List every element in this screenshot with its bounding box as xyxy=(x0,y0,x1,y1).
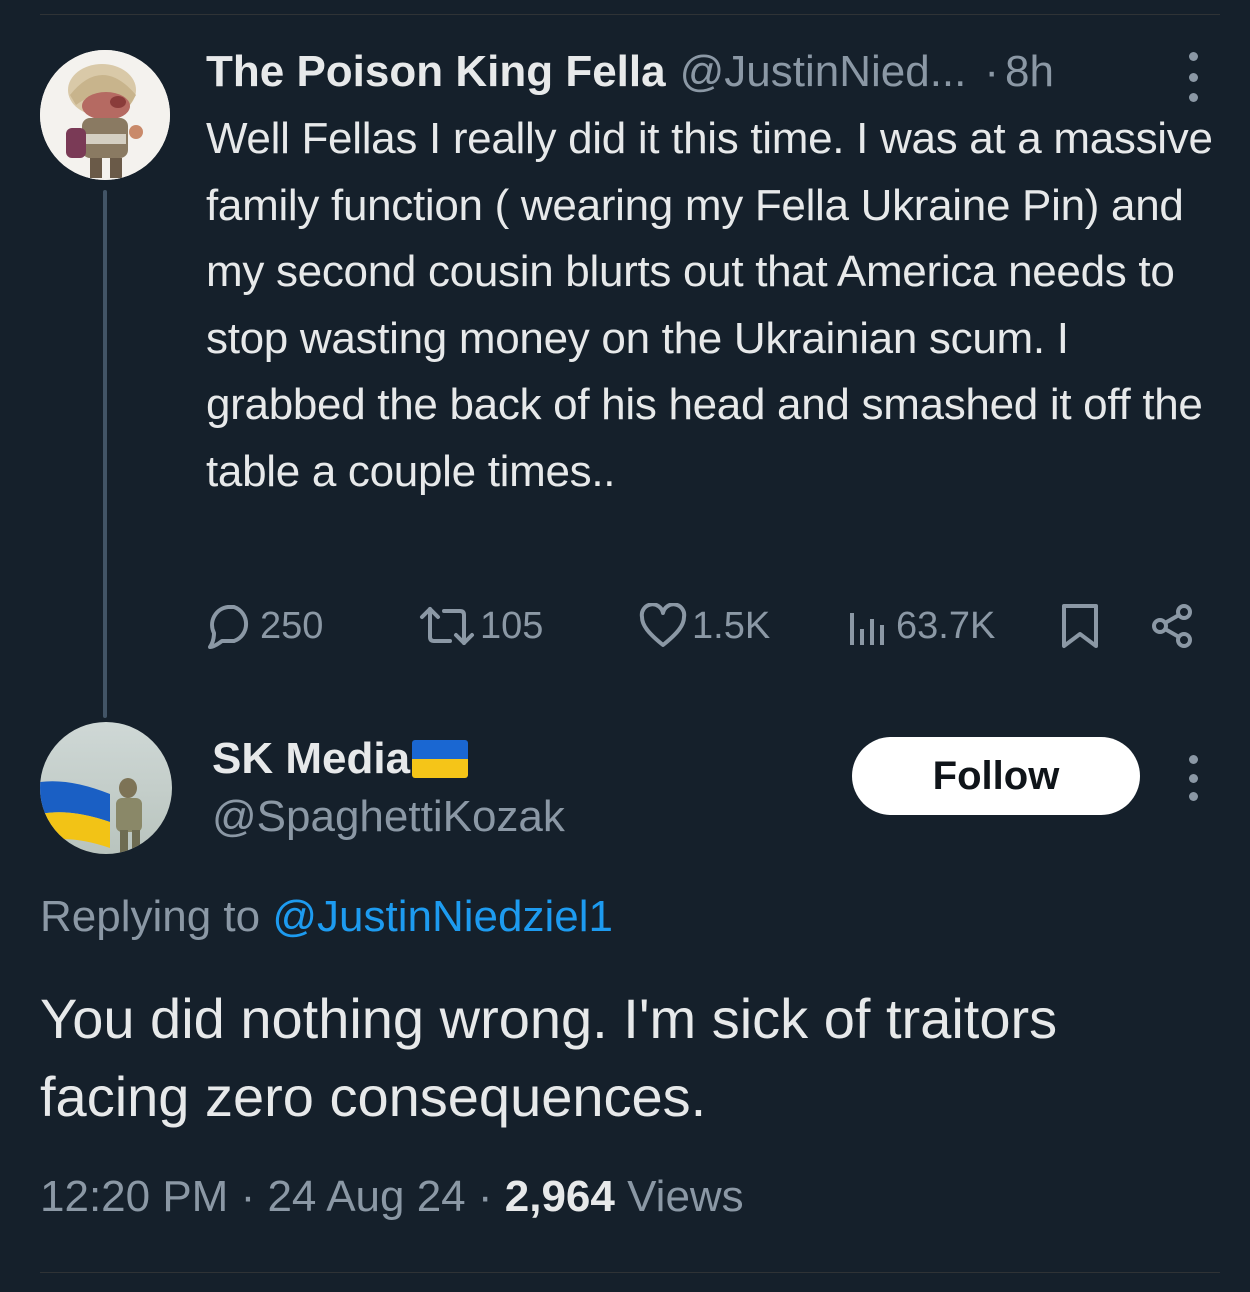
action-bar: 250 105 1.5K 63.7K xyxy=(206,600,1206,652)
like-button[interactable]: 1.5K xyxy=(638,600,770,652)
reply-more-button[interactable] xyxy=(1178,755,1208,801)
reply-count: 250 xyxy=(260,604,324,647)
flag-yellow-stripe xyxy=(412,759,469,778)
like-count: 1.5K xyxy=(692,604,771,647)
replying-prefix: Replying to xyxy=(40,892,273,941)
repost-arrows-icon xyxy=(420,607,474,645)
parent-avatar[interactable] xyxy=(40,50,170,180)
parent-tweet-text: Well Fellas I really did it this time. I… xyxy=(206,114,1213,496)
parent-more-button[interactable] xyxy=(1178,52,1208,102)
heart-icon xyxy=(639,603,687,647)
ellipsis-dot xyxy=(1188,72,1198,82)
replying-to: Replying to @JustinNiedziel1 xyxy=(40,892,613,942)
avatar-image xyxy=(40,50,170,180)
tweet-date[interactable]: 24 Aug 24 xyxy=(267,1172,465,1221)
top-divider xyxy=(40,14,1220,15)
bookmark-icon xyxy=(1062,604,1098,648)
flag-blue-stripe xyxy=(412,740,469,759)
vertical-ellipsis-icon xyxy=(1188,52,1198,61)
meta-separator: · xyxy=(228,1172,268,1221)
parent-header: The Poison King Fella @JustinNied... · 8… xyxy=(206,42,1054,102)
reply-tweet-text: You did nothing wrong. I'm sick of trait… xyxy=(40,987,1058,1128)
parent-time[interactable]: 8h xyxy=(1005,47,1054,97)
vertical-ellipsis-icon xyxy=(1188,755,1198,764)
ellipsis-dot xyxy=(1188,773,1198,783)
thread-line xyxy=(103,190,107,718)
avatar-image xyxy=(40,722,172,854)
speech-bubble-icon xyxy=(208,605,249,649)
reply-display-name: SK Media xyxy=(212,734,411,783)
share-icon xyxy=(1152,604,1192,648)
parent-display-name[interactable]: The Poison King Fella xyxy=(206,47,666,97)
tweet-time[interactable]: 12:20 PM xyxy=(40,1172,228,1221)
views-count: 63.7K xyxy=(896,604,996,647)
repost-button[interactable]: 105 xyxy=(418,600,543,652)
header-separator: · xyxy=(984,47,1000,96)
bookmark-button[interactable] xyxy=(1058,600,1102,652)
bottom-divider xyxy=(40,1272,1220,1273)
parent-handle[interactable]: @JustinNied... xyxy=(680,47,967,97)
ellipsis-dot xyxy=(1188,93,1198,102)
meta-separator: · xyxy=(465,1172,505,1221)
share-button[interactable] xyxy=(1148,600,1196,652)
tweet-views-count: 2,964 xyxy=(504,1172,615,1221)
tweet-views-label: Views xyxy=(627,1172,744,1221)
follow-button[interactable]: Follow xyxy=(852,737,1140,815)
reply-avatar[interactable] xyxy=(40,722,172,854)
reply-button[interactable]: 250 xyxy=(206,600,323,652)
views-button[interactable]: 63.7K xyxy=(846,600,995,652)
reply-display-name-row[interactable]: SK Media xyxy=(212,734,469,784)
bar-chart-icon xyxy=(850,613,884,645)
tweet-metadata: 12:20 PM · 24 Aug 24 · 2,964 Views xyxy=(40,1172,744,1222)
replying-mention-link[interactable]: @JustinNiedziel1 xyxy=(272,892,613,941)
ukraine-flag-icon xyxy=(412,740,469,778)
reply-handle[interactable]: @SpaghettiKozak xyxy=(212,792,565,842)
repost-count: 105 xyxy=(480,604,544,647)
ellipsis-dot xyxy=(1188,792,1198,801)
